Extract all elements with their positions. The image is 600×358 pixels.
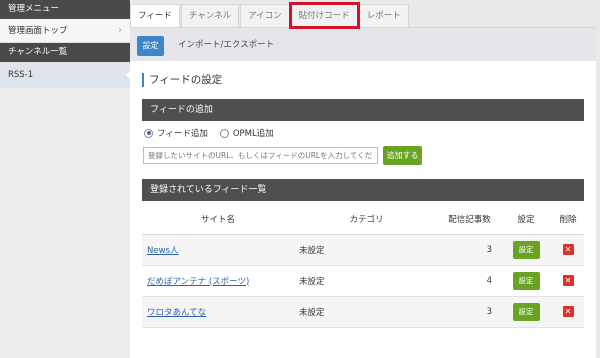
sub-toolbar: 設定 インポート/エクスポート	[130, 27, 596, 61]
import-export-link[interactable]: インポート/エクスポート	[178, 38, 274, 50]
tab-icon[interactable]: アイコン	[240, 4, 290, 27]
table-row: ワロタあんてな 未設定 3 設定 ✕	[142, 296, 584, 328]
opml-add-label: OPML追加	[232, 129, 274, 139]
tab-report[interactable]: レポート	[358, 4, 409, 27]
table-header-row: サイト名 カテゴリ 配信記事数 設定 削除	[142, 205, 584, 235]
feed-category: 未設定	[294, 296, 439, 328]
main-content: フィード チャンネル アイコン 貼付けコード レポート 設定 インポート/エクス…	[130, 0, 596, 358]
page-title: フィードの設定	[142, 73, 222, 87]
table-row: News人 未設定 3 設定 ✕	[142, 234, 584, 266]
sidebar-item-admin-top[interactable]: 管理画面トップ ›	[0, 19, 130, 43]
feed-name-link[interactable]: News人	[147, 246, 178, 256]
sidebar-item-label: RSS-1	[8, 70, 34, 80]
column-header-delete: 削除	[552, 205, 584, 235]
column-header-site: サイト名	[142, 205, 294, 235]
feed-add-label: フィード追加	[157, 129, 208, 139]
column-header-category: カテゴリ	[294, 205, 439, 235]
registered-feeds-header: 登録されているフィード一覧	[142, 179, 584, 201]
sidebar: 管理メニュー 管理画面トップ › チャンネル一覧 RSS-1	[0, 0, 131, 358]
opml-add-radio[interactable]	[219, 128, 229, 138]
feed-article-count: 3	[439, 296, 500, 328]
tab-feed[interactable]: フィード	[130, 4, 180, 27]
sidebar-item-label: 管理画面トップ	[8, 26, 68, 36]
feed-article-count: 4	[439, 265, 500, 297]
table-row: だめぽアンテナ (スポーツ) 未設定 4 設定 ✕	[142, 265, 584, 297]
feed-name-link[interactable]: ワロタあんてな	[147, 308, 206, 318]
feed-table: サイト名 カテゴリ 配信記事数 設定 削除 News人 未設定 3 設定 ✕ だ…	[142, 205, 584, 328]
feed-add-radio[interactable]	[144, 128, 153, 138]
chevron-right-icon: ›	[118, 25, 122, 36]
column-header-count: 配信記事数	[439, 205, 500, 235]
feed-url-input[interactable]	[143, 147, 378, 164]
edit-feed-button[interactable]: 設定	[512, 302, 540, 321]
feed-name-link[interactable]: だめぽアンテナ (スポーツ)	[147, 277, 249, 287]
tab-embed-code[interactable]: 貼付けコード	[288, 2, 360, 29]
feed-settings-panel: フィードの設定 フィードの追加 フィード追加 OPML追加 追加する 登録されて…	[130, 61, 596, 358]
feed-article-count: 3	[439, 234, 500, 266]
admin-menu-heading: 管理メニュー	[0, 0, 130, 19]
add-mode-radios: フィード追加 OPML追加	[144, 127, 286, 139]
tab-channel[interactable]: チャンネル	[180, 4, 240, 27]
add-feed-button[interactable]: 追加する	[383, 146, 422, 165]
tab-bar: フィード チャンネル アイコン 貼付けコード レポート	[130, 2, 410, 29]
delete-icon[interactable]: ✕	[562, 244, 574, 255]
channel-list-heading: チャンネル一覧	[0, 43, 130, 62]
edit-feed-button[interactable]: 設定	[512, 240, 540, 259]
feed-category: 未設定	[294, 234, 439, 266]
edit-feed-button[interactable]: 設定	[512, 271, 540, 290]
feed-category: 未設定	[294, 265, 439, 297]
sidebar-item-rss-1[interactable]: RSS-1	[0, 62, 131, 88]
column-header-settings: 設定	[500, 205, 552, 235]
add-feed-header: フィードの追加	[142, 99, 584, 121]
delete-icon[interactable]: ✕	[562, 275, 574, 286]
settings-button[interactable]: 設定	[137, 36, 164, 56]
delete-icon[interactable]: ✕	[562, 306, 574, 317]
